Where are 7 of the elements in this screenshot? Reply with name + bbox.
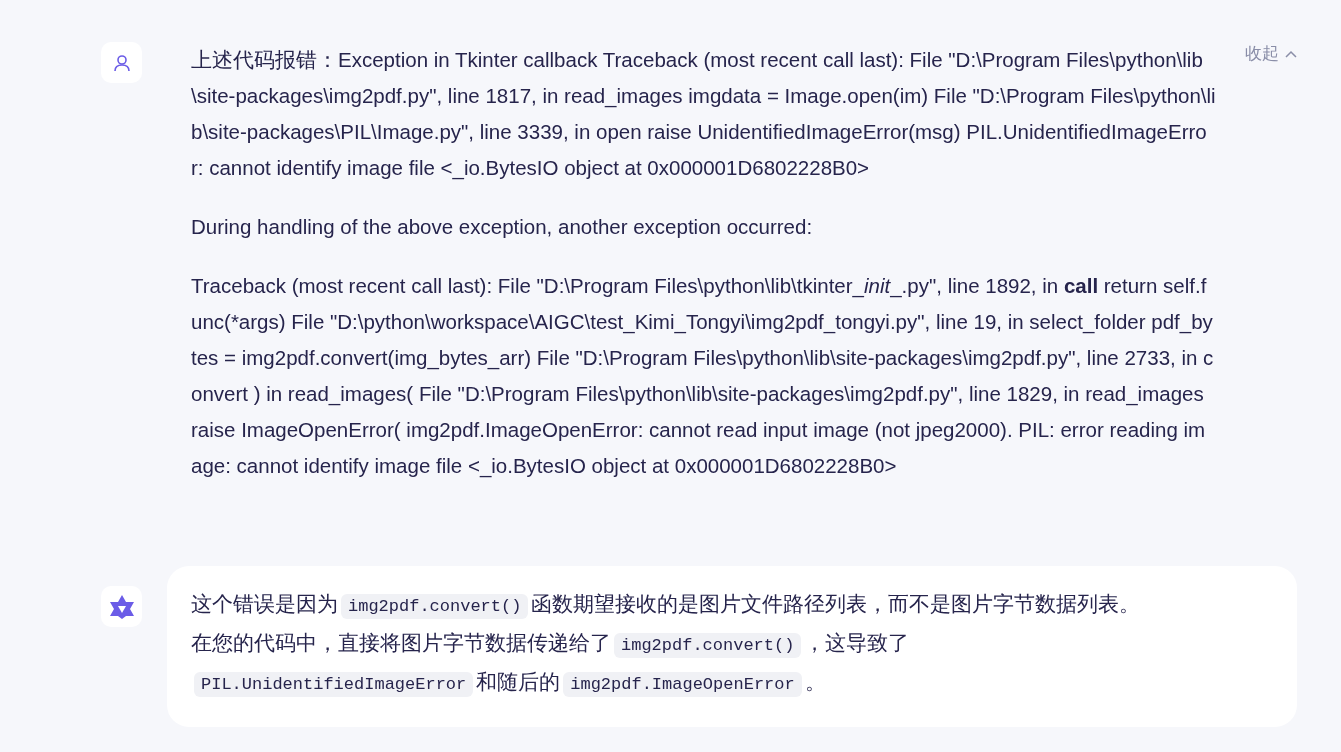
- reply-paragraph: 这个错误是因为 img2pdf.convert() 函数期望接收的是图片文件路径列表，而不是图片字节数据列表。 在您的代码中，直接将图片字节数据传递给了 img2pdf.convert() ，这导致了 PIL.UnidentifiedImageError 和随后的 img2pdf.ImageOpenError 。: [191, 586, 1216, 703]
- message-paragraph: During handling of the above exception, another exception occurred:: [191, 214, 814, 240]
- collapse-button[interactable]: 收起: [1245, 42, 1297, 65]
- message-paragraph: Traceback (most recent call last): File "D:\Program Files\python\lib\tkinter_init_.py", line 1892, in call return self.func(*args) File "D:\python\workspace\AIGC\test_Kimi_Tongyi\img2pdf_tongyi.py", line 19, in select_folder pdf_bytes = img2pdf.convert(img_bytes_arr) File "D:\Program Files\python\lib\site-packages\img2pdf.py", line 2733, in convert ) in read_images( File "D:\Program Files\python\lib\site-packages\img2pdf.py", line 1829, in read_images raise ImageOpenError( img2pdf.ImageOpenError: cannot read input image (not jpeg2000). PIL: error reading image: cannot identify image file <_io.BytesIO object at 0x000001D6802228B0>: [191, 273, 1215, 480]
- chevron-up-icon: [1285, 49, 1297, 58]
- person-icon: [111, 52, 132, 73]
- message-paragraph: 上述代码报错：Exception in Tkinter callback Traceback (most recent call last): File "D:\Program Files\python\lib\site-packages\img2pdf.py", line 1817, in read_images imgdata = Image.open(im) File "D:\Program Files\python\lib\site-packages\PIL\Image.py", line 3339, in open raise UnidentifiedImageError(msg) PIL.UnidentifiedImageError: cannot identify image file <_io.BytesIO object at 0x000001D6802228B0>: [191, 47, 1216, 182]
